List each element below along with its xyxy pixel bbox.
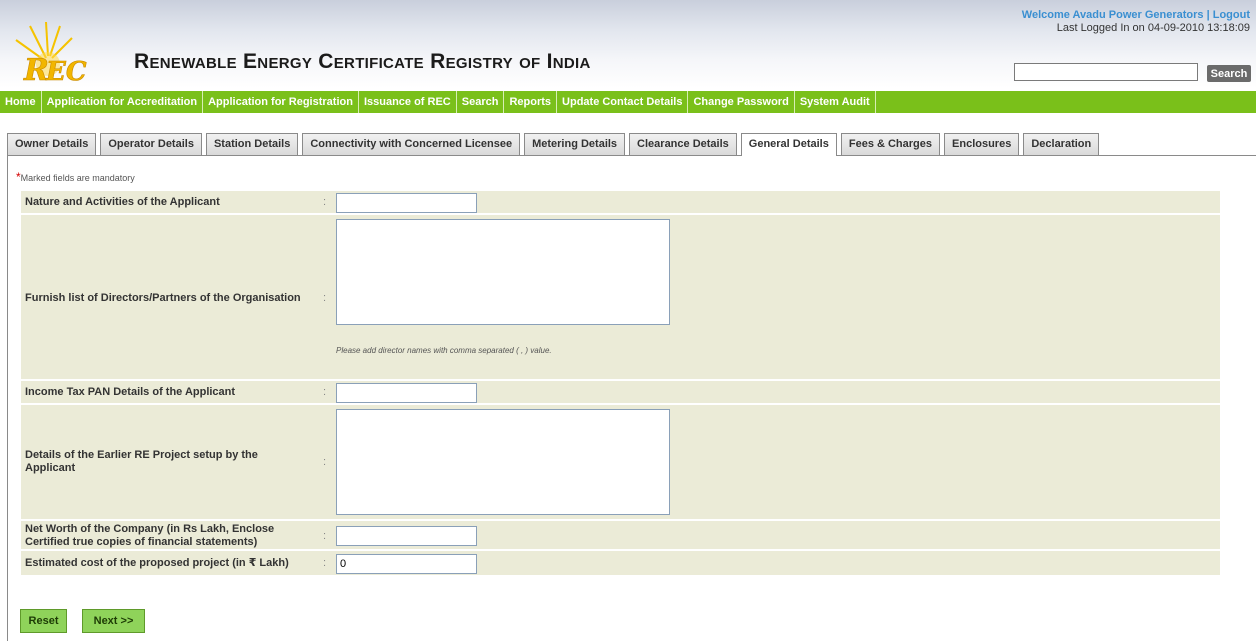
directors-textarea[interactable] [336, 219, 670, 325]
tab-declaration[interactable]: Declaration [1023, 133, 1100, 155]
page-header: R EC Renewable Energy Certificate Regist… [0, 0, 1256, 88]
main-nav: Home Application for Accreditation Appli… [0, 91, 1256, 113]
colon: : [323, 456, 327, 468]
separator: | [1206, 9, 1210, 21]
nav-change-password[interactable]: Change Password [688, 91, 795, 113]
form-row-pan: Income Tax PAN Details of the Applicant … [21, 381, 1220, 405]
logout-link[interactable]: Logout [1213, 9, 1250, 21]
nav-home[interactable]: Home [0, 91, 42, 113]
next-button[interactable]: Next >> [82, 609, 145, 633]
colon: : [323, 196, 327, 208]
last-login-text: Last Logged In on 04-09-2010 13:18:09 [1056, 22, 1250, 34]
form-row-net-worth: Net Worth of the Company (in Rs Lakh, En… [21, 521, 1220, 551]
nav-search[interactable]: Search [457, 91, 505, 113]
tab-connectivity[interactable]: Connectivity with Concerned Licensee [302, 133, 521, 155]
svg-text:EC: EC [45, 57, 87, 87]
tab-clearance-details[interactable]: Clearance Details [629, 133, 737, 155]
estimated-cost-input[interactable] [336, 554, 477, 574]
tab-fees-charges[interactable]: Fees & Charges [840, 133, 941, 155]
search-button[interactable]: Search [1207, 65, 1251, 82]
search-input[interactable] [1014, 63, 1198, 81]
form-row-earlier-project: Details of the Earlier RE Project setup … [21, 405, 1220, 521]
field-label: Estimated cost of the proposed project (… [25, 557, 289, 569]
reset-button[interactable]: Reset [20, 609, 67, 633]
tab-general-details[interactable]: General Details [740, 133, 837, 156]
directors-hint: Please add director names with comma sep… [336, 346, 552, 355]
pan-details-input[interactable] [336, 383, 477, 403]
nav-issuance-of-rec[interactable]: Issuance of REC [359, 91, 457, 113]
field-label: Details of the Earlier RE Project setup … [25, 449, 258, 474]
form-row-nature: Nature and Activities of the Applicant : [21, 191, 1220, 215]
rec-sun-logo-icon: R EC [15, 21, 87, 88]
mandatory-note-text: Marked fields are mandatory [20, 173, 135, 183]
tab-metering-details[interactable]: Metering Details [524, 133, 626, 155]
colon: : [323, 557, 327, 569]
colon: : [323, 530, 327, 542]
nav-application-for-accreditation[interactable]: Application for Accreditation [42, 91, 204, 113]
welcome-text: Welcome Avadu Power Generators [1021, 9, 1204, 21]
tab-station-details[interactable]: Station Details [205, 133, 299, 155]
page-title: Renewable Energy Certificate Registry of… [134, 50, 591, 73]
colon: : [323, 386, 327, 398]
nav-system-audit[interactable]: System Audit [795, 91, 876, 113]
form-tabs: Owner Details Operator Details Station D… [7, 133, 1103, 156]
form-row-directors: Furnish list of Directors/Partners of th… [21, 215, 1220, 381]
nature-activities-input[interactable] [336, 193, 477, 213]
tab-enclosures[interactable]: Enclosures [944, 133, 1020, 155]
field-label: Income Tax PAN Details of the Applicant [25, 386, 236, 398]
field-label: Nature and Activities of the Applicant [25, 196, 220, 208]
nav-reports[interactable]: Reports [504, 91, 558, 113]
general-details-panel: *Marked fields are mandatory Nature and … [7, 155, 1256, 641]
nav-update-contact-details[interactable]: Update Contact Details [557, 91, 689, 113]
welcome-line: Welcome Avadu Power Generators | Logout [1022, 9, 1250, 21]
net-worth-input[interactable] [336, 526, 477, 546]
tab-owner-details[interactable]: Owner Details [7, 133, 97, 155]
nav-application-for-registration[interactable]: Application for Registration [203, 91, 359, 113]
form-row-estimated-cost: Estimated cost of the proposed project (… [21, 551, 1220, 577]
mandatory-note: *Marked fields are mandatory [16, 170, 135, 184]
field-label: Furnish list of Directors/Partners of th… [25, 292, 301, 304]
earlier-project-textarea[interactable] [336, 409, 670, 515]
colon: : [323, 292, 327, 304]
field-label: Net Worth of the Company (in Rs Lakh, En… [25, 523, 275, 548]
tab-operator-details[interactable]: Operator Details [100, 133, 202, 155]
